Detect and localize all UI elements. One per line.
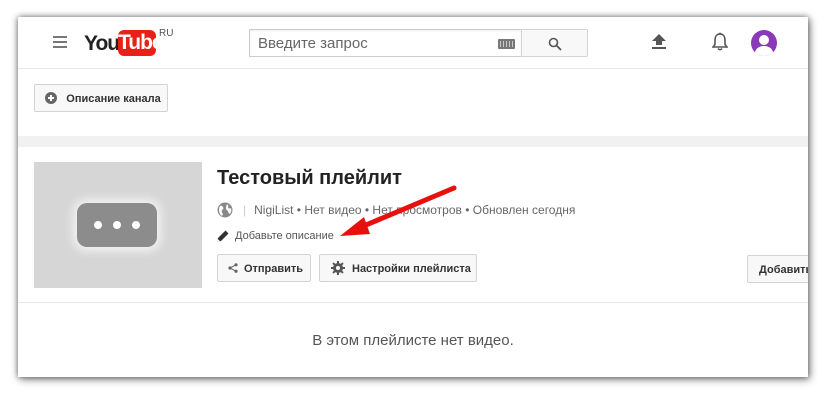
playlist-settings-label: Настройки плейлиста bbox=[352, 263, 471, 275]
search-icon bbox=[548, 37, 562, 51]
logo-region: RU bbox=[159, 28, 174, 39]
playlist-settings-button[interactable]: Настройки плейлиста bbox=[319, 254, 477, 282]
globe-icon[interactable] bbox=[217, 202, 233, 218]
playlist-title[interactable]: Тестовый плейлит bbox=[217, 167, 402, 190]
channel-bar: Описание канала bbox=[18, 69, 808, 136]
search-button[interactable] bbox=[521, 29, 588, 57]
search-box bbox=[249, 29, 521, 57]
playlist-panel: Тестовый плейлит | NigiList • Нет видео … bbox=[18, 147, 808, 377]
playlist-meta: | NigiList • Нет видео • Нет просмотров … bbox=[217, 202, 575, 218]
masthead: You Tube RU bbox=[18, 17, 808, 69]
logo-you: You bbox=[84, 32, 120, 55]
upload-icon[interactable] bbox=[652, 34, 666, 50]
browser-frame: You Tube RU Описание канала bbox=[18, 17, 808, 377]
add-description-label: Добавьте описание bbox=[235, 230, 334, 242]
add-description-link[interactable]: Добавьте описание bbox=[217, 230, 334, 242]
meta-separator: | bbox=[243, 203, 247, 217]
share-button[interactable]: Отправить bbox=[217, 254, 311, 282]
plus-icon bbox=[45, 92, 57, 104]
add-videos-label: Добавить bbox=[759, 264, 808, 276]
add-videos-button[interactable]: Добавить bbox=[747, 255, 808, 283]
bell-icon[interactable] bbox=[712, 32, 728, 52]
keyboard-icon[interactable] bbox=[498, 39, 515, 49]
playlist-thumbnail[interactable] bbox=[34, 162, 202, 288]
logo-tube: Tube bbox=[118, 30, 164, 56]
channel-description-button[interactable]: Описание канала bbox=[34, 84, 168, 112]
pencil-icon bbox=[217, 230, 229, 242]
menu-icon[interactable] bbox=[53, 36, 67, 48]
empty-playlist-message: В этом плейлисте нет видео. bbox=[312, 332, 514, 349]
gear-icon bbox=[331, 261, 345, 275]
channel-description-label: Описание канала bbox=[66, 93, 161, 105]
share-icon bbox=[228, 263, 238, 273]
avatar[interactable] bbox=[751, 30, 777, 56]
share-label: Отправить bbox=[243, 263, 304, 275]
playlist-meta-text: NigiList • Нет видео • Нет просмотров • … bbox=[254, 203, 576, 217]
search-input[interactable] bbox=[250, 30, 488, 56]
more-icon bbox=[77, 203, 157, 247]
divider bbox=[18, 302, 808, 303]
